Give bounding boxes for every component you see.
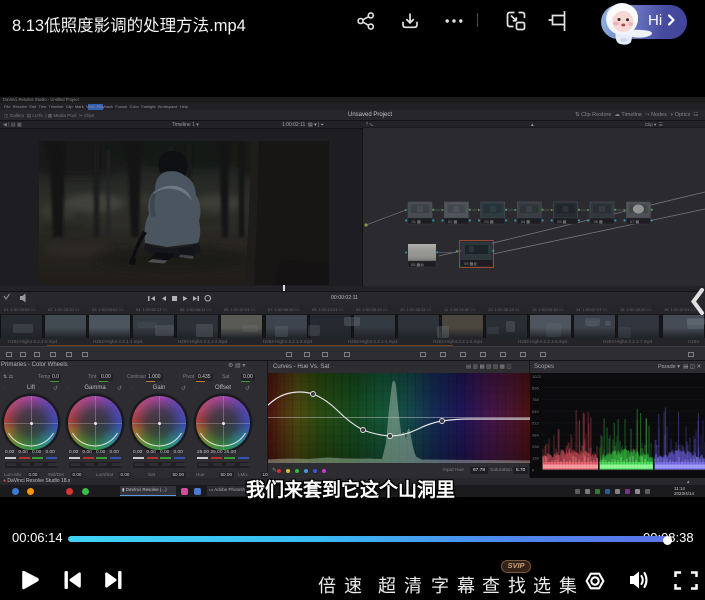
svg-text:256: 256 <box>532 444 539 449</box>
svg-text:384: 384 <box>532 432 539 437</box>
svg-text:768: 768 <box>532 397 539 402</box>
svg-text:01 ▩: 01 ▩ <box>412 219 422 224</box>
svg-text:04 ▩: 04 ▩ <box>521 219 531 224</box>
svg-text:1023: 1023 <box>532 374 542 379</box>
svg-text:05 ▩: 05 ▩ <box>557 219 567 224</box>
svg-text:03 ▩: 03 ▩ <box>484 219 494 224</box>
svg-text:09 ▩◍: 09 ▩◍ <box>464 261 477 266</box>
svg-text:896: 896 <box>532 386 539 391</box>
svg-text:06 ▩: 06 ▩ <box>594 219 604 224</box>
svg-text:640: 640 <box>532 409 539 414</box>
svg-text:07 ▩: 07 ▩ <box>630 219 640 224</box>
svg-text:08 ▩◍: 08 ▩◍ <box>411 262 424 267</box>
svg-text:128: 128 <box>532 456 539 461</box>
svg-text:512: 512 <box>532 421 539 426</box>
svg-text:02 ▩: 02 ▩ <box>448 219 458 224</box>
